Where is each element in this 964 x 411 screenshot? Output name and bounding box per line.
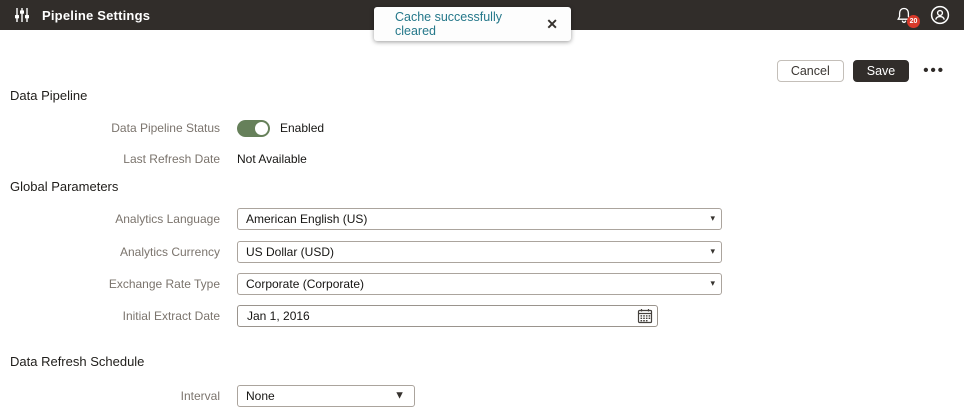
chevron-down-icon: ▾ — [710, 246, 715, 257]
data-pipeline-status-value: Enabled — [280, 121, 324, 135]
interval-value: None — [246, 389, 275, 403]
row-analytics-currency: Analytics Currency US Dollar (USD) ▾ — [0, 241, 722, 263]
row-initial-extract-date: Initial Extract Date — [0, 305, 658, 327]
notifications-button[interactable]: 20 — [896, 7, 912, 24]
calendar-icon[interactable] — [637, 308, 653, 324]
toast-message: Cache successfully cleared — [395, 10, 546, 38]
data-pipeline-status-toggle[interactable] — [237, 120, 270, 137]
interval-label: Interval — [0, 389, 220, 403]
cancel-button[interactable]: Cancel — [777, 60, 844, 82]
topbar-right: 20 — [896, 5, 950, 25]
avatar-icon — [930, 5, 950, 25]
section-title-global-parameters: Global Parameters — [10, 179, 118, 194]
chevron-down-icon: ▼ — [394, 390, 405, 402]
close-icon[interactable]: ✕ — [546, 17, 558, 31]
chevron-down-icon: ▾ — [710, 213, 715, 224]
page-title: Pipeline Settings — [42, 8, 150, 23]
topbar-left: Pipeline Settings — [14, 7, 150, 23]
row-last-refresh-date: Last Refresh Date Not Available — [0, 150, 307, 168]
exchange-rate-type-value: Corporate (Corporate) — [246, 277, 364, 291]
initial-extract-date-label: Initial Extract Date — [0, 309, 220, 323]
row-data-pipeline-status: Data Pipeline Status Enabled — [0, 118, 324, 138]
section-title-data-refresh-schedule: Data Refresh Schedule — [10, 354, 144, 369]
interval-select[interactable]: None ▼ — [237, 385, 415, 407]
analytics-language-label: Analytics Language — [0, 212, 220, 226]
analytics-currency-value: US Dollar (USD) — [246, 245, 334, 259]
toast-notification: Cache successfully cleared ✕ — [374, 7, 571, 41]
notification-badge: 20 — [907, 15, 920, 28]
sliders-icon[interactable] — [14, 7, 30, 23]
row-analytics-language: Analytics Language American English (US)… — [0, 208, 722, 230]
toggle-knob — [254, 121, 269, 136]
row-interval: Interval None ▼ — [0, 385, 415, 407]
analytics-language-select[interactable]: American English (US) ▾ — [237, 208, 722, 230]
pipeline-settings-page: Pipeline Settings 20 Cache successfully … — [0, 0, 964, 411]
exchange-rate-type-label: Exchange Rate Type — [0, 277, 220, 291]
save-button[interactable]: Save — [853, 60, 910, 82]
analytics-currency-select[interactable]: US Dollar (USD) ▾ — [237, 241, 722, 263]
last-refresh-date-label: Last Refresh Date — [0, 152, 220, 166]
initial-extract-date-input[interactable] — [237, 305, 658, 327]
user-avatar-button[interactable] — [930, 5, 950, 25]
analytics-language-value: American English (US) — [246, 212, 367, 226]
exchange-rate-type-select[interactable]: Corporate (Corporate) ▾ — [237, 273, 722, 295]
row-exchange-rate-type: Exchange Rate Type Corporate (Corporate)… — [0, 273, 722, 295]
last-refresh-date-value: Not Available — [237, 152, 307, 166]
data-pipeline-status-label: Data Pipeline Status — [0, 121, 220, 135]
action-bar: Cancel Save ••• — [777, 60, 945, 82]
more-actions-button[interactable]: ••• — [923, 66, 945, 76]
analytics-currency-label: Analytics Currency — [0, 245, 220, 259]
chevron-down-icon: ▾ — [710, 278, 715, 289]
section-title-data-pipeline: Data Pipeline — [10, 88, 87, 103]
